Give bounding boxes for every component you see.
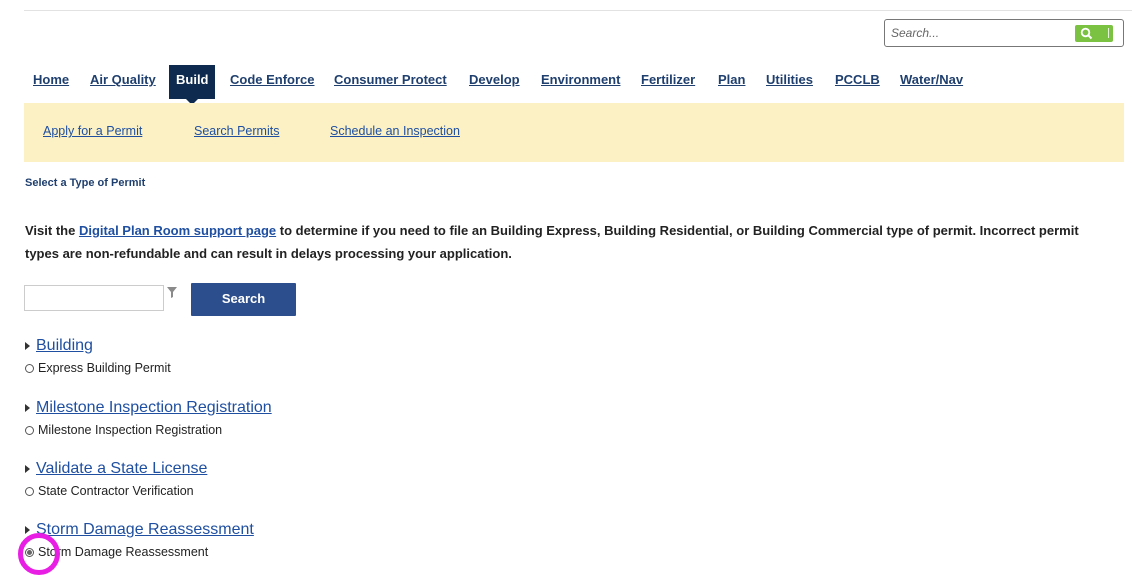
permit-option-label: Milestone Inspection Registration [38, 423, 223, 437]
section-label: Select a Type of Permit [25, 177, 146, 189]
nav-consumer-protect[interactable]: Consumer Protect [334, 65, 447, 99]
nav-utilities[interactable]: Utilities [766, 65, 813, 99]
intro-text: Visit the Digital Plan Room support page… [25, 219, 1115, 265]
subnav-search-permits[interactable]: Search Permits [194, 124, 279, 138]
group-title-milestone[interactable]: Milestone Inspection Registration [25, 399, 272, 417]
permit-option[interactable]: Milestone Inspection Registration [25, 423, 222, 437]
search-icon [1080, 27, 1093, 40]
site-search-input[interactable] [889, 23, 1053, 43]
permit-filter-input[interactable] [24, 285, 164, 311]
expand-triangle-icon [25, 525, 30, 534]
subnav-schedule-inspection[interactable]: Schedule an Inspection [330, 124, 460, 138]
subnav-apply-permit[interactable]: Apply for a Permit [43, 124, 142, 138]
site-search-button[interactable] [1075, 25, 1113, 42]
radio-button[interactable] [25, 487, 34, 496]
permit-option-label: Storm Damage Reassessment [38, 545, 209, 559]
digital-plan-room-link[interactable]: Digital Plan Room support page [79, 223, 276, 238]
group-title-label: Validate a State License [36, 460, 208, 477]
expand-triangle-icon [25, 403, 30, 412]
permit-search-button[interactable]: Search [191, 283, 296, 316]
nav-plan[interactable]: Plan [718, 65, 745, 99]
group-title-label: Storm Damage Reassessment [36, 521, 254, 538]
nav-water-nav[interactable]: Water/Nav [900, 65, 963, 99]
expand-triangle-icon [25, 464, 30, 473]
dropdown-divider [1108, 28, 1109, 38]
group-title-label: Building [36, 337, 93, 354]
group-title-building[interactable]: Building [25, 337, 93, 355]
expand-triangle-icon [25, 341, 30, 350]
filter-icon[interactable] [166, 286, 178, 299]
nav-fertilizer[interactable]: Fertilizer [641, 65, 695, 99]
nav-pcclb[interactable]: PCCLB [835, 65, 880, 99]
group-title-storm-damage[interactable]: Storm Damage Reassessment [25, 521, 254, 539]
nav-home[interactable]: Home [33, 65, 69, 99]
nav-environment[interactable]: Environment [541, 65, 620, 99]
group-title-label: Milestone Inspection Registration [36, 399, 272, 416]
permit-option[interactable]: Express Building Permit [25, 361, 171, 375]
build-subnav: Apply for a Permit Search Permits Schedu… [24, 103, 1124, 162]
intro-prefix: Visit the [25, 223, 79, 238]
nav-code-enforce[interactable]: Code Enforce [230, 65, 315, 99]
nav-develop[interactable]: Develop [469, 65, 520, 99]
site-search [884, 19, 1124, 47]
permit-option[interactable]: State Contractor Verification [25, 484, 194, 498]
nav-air-quality[interactable]: Air Quality [90, 65, 156, 99]
permit-option-label: Express Building Permit [38, 361, 171, 375]
radio-button[interactable] [25, 426, 34, 435]
group-title-state-license[interactable]: Validate a State License [25, 460, 207, 478]
nav-build[interactable]: Build [169, 65, 215, 105]
permit-option-label: State Contractor Verification [38, 484, 194, 498]
radio-button[interactable] [25, 364, 34, 373]
